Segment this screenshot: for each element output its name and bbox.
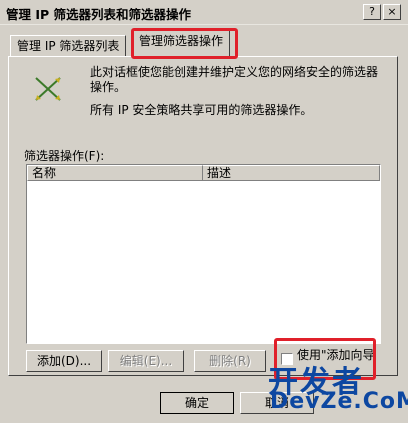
filter-actions-label: 筛选器操作(F): [24, 149, 105, 163]
column-header-description[interactable]: 描述 [203, 165, 380, 181]
title-bar: 管理 IP 筛选器列表和筛选器操作 ? × [0, 0, 408, 25]
ok-button[interactable]: 确定 [160, 392, 234, 414]
filter-actions-list[interactable]: 名称 描述 [26, 164, 381, 344]
shared-note: 所有 IP 安全策略共享可用的筛选器操作。 [90, 103, 313, 117]
add-button[interactable]: 添加(D)... [26, 350, 102, 372]
tab-filter-lists[interactable]: 管理 IP 筛选器列表 [10, 35, 127, 56]
watermark: 开发者 DevZe.CoM [268, 357, 408, 423]
edit-button[interactable]: 编辑(E)... [108, 350, 184, 372]
delete-button[interactable]: 删除(R) [194, 350, 266, 372]
filter-action-icon [35, 77, 61, 101]
column-header-name[interactable]: 名称 [27, 165, 203, 181]
help-button[interactable]: ? [363, 4, 381, 20]
watermark-line2: DevZe.CoM [270, 389, 408, 414]
highlight-box-tab [131, 28, 238, 59]
close-button[interactable]: × [383, 4, 401, 20]
window-title: 管理 IP 筛选器列表和筛选器操作 [6, 7, 192, 22]
dialog-description: 此对话框使您能创建并维护定义您的网络安全的筛选器操作。 [90, 65, 379, 94]
